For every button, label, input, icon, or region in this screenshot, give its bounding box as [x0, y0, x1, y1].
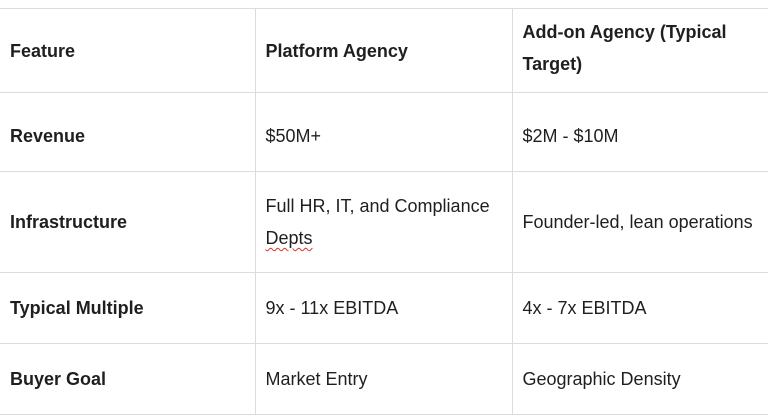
table-row-buyer-goal: Buyer Goal Market Entry Geographic Densi… — [0, 343, 768, 415]
cell-feature: Infrastructure — [0, 171, 255, 273]
cell-platform: Full HR, IT, and Compliance Depts — [254, 171, 512, 273]
table-row-infrastructure: Infrastructure Full HR, IT, and Complian… — [0, 171, 768, 273]
cell-feature: Revenue — [0, 92, 255, 172]
comparison-table: Feature Platform Agency Add-on Agency (T… — [0, 8, 768, 415]
cell-addon: Geographic Density — [511, 343, 768, 415]
cell-platform: 9x - 11x EBITDA — [254, 272, 512, 344]
cell-addon: $2M - $10M — [511, 92, 768, 172]
header-addon-agency: Add-on Agency (Typical Target) — [511, 8, 768, 93]
table-header-row: Feature Platform Agency Add-on Agency (T… — [0, 8, 768, 93]
cell-addon: 4x - 7x EBITDA — [511, 272, 768, 344]
table-row-typical-multiple: Typical Multiple 9x - 11x EBITDA 4x - 7x… — [0, 272, 768, 344]
table-row-revenue: Revenue $50M+ $2M - $10M — [0, 92, 768, 172]
cell-addon: Founder-led, lean operations — [511, 171, 768, 273]
spellcheck-underlined-word[interactable]: Depts — [266, 228, 313, 248]
comparison-table-container: Feature Platform Agency Add-on Agency (T… — [0, 8, 768, 415]
header-feature: Feature — [0, 8, 255, 93]
cell-platform-text: Full HR, IT, and Compliance — [265, 196, 490, 216]
cell-feature: Buyer Goal — [0, 343, 255, 415]
cell-platform: Market Entry — [254, 343, 512, 415]
header-platform-agency: Platform Agency — [254, 8, 512, 93]
cell-feature: Typical Multiple — [0, 272, 255, 344]
cell-platform: $50M+ — [254, 92, 512, 172]
